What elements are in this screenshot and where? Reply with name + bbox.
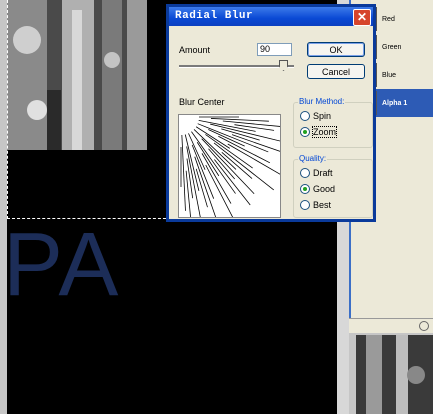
- ok-button[interactable]: OK: [307, 42, 365, 57]
- zoom-label: Zoom: [311, 126, 338, 138]
- radio-icon: [300, 168, 310, 178]
- radio-icon: [300, 111, 310, 121]
- draft-label: Draft: [313, 168, 333, 178]
- radio-icon: [300, 200, 310, 210]
- good-radio[interactable]: Good: [300, 184, 335, 194]
- radial-blur-dialog: Radial Blur ✕ Amount 90 OK Cancel Blur C…: [166, 4, 376, 222]
- channel-label: Red: [382, 15, 395, 23]
- spin-radio[interactable]: Spin: [300, 111, 331, 121]
- channel-label: Green: [382, 43, 402, 51]
- blur-method-group: Blur Method: Spin Zoom: [293, 97, 373, 148]
- dialog-titlebar[interactable]: Radial Blur ✕: [169, 7, 373, 26]
- channel-label: Alpha 1: [382, 99, 408, 107]
- navigator-preview: [356, 335, 433, 414]
- radio-selected-icon: [300, 184, 310, 194]
- radio-selected-icon: [300, 127, 310, 137]
- cancel-button[interactable]: Cancel: [307, 64, 365, 79]
- good-label: Good: [313, 184, 336, 194]
- quality-title: Quality:: [298, 154, 328, 163]
- amount-slider-track[interactable]: [179, 65, 294, 68]
- draft-radio[interactable]: Draft: [300, 168, 333, 178]
- blur-center-preview[interactable]: [178, 114, 281, 218]
- close-button[interactable]: ✕: [353, 9, 371, 26]
- best-radio[interactable]: Best: [300, 200, 331, 210]
- amount-slider-thumb[interactable]: [279, 60, 288, 71]
- amount-label: Amount: [179, 45, 211, 55]
- best-label: Best: [313, 200, 332, 210]
- blur-method-title: Blur Method:: [298, 97, 346, 106]
- channel-label: Blue: [382, 71, 397, 79]
- spin-label: Spin: [313, 111, 332, 121]
- dialog-title: Radial Blur: [175, 10, 254, 22]
- radial-zoom-preview-icon: [180, 116, 280, 217]
- amount-input[interactable]: 90: [257, 43, 292, 56]
- blur-center-label: Blur Center: [179, 97, 225, 107]
- close-icon: ✕: [356, 10, 368, 24]
- panel-resize-icon[interactable]: [419, 321, 429, 331]
- canvas-text: PA: [3, 215, 121, 315]
- channels-panel-footer: [349, 318, 433, 333]
- zoom-radio[interactable]: Zoom: [300, 126, 338, 138]
- quality-group: Quality: Draft Good Best: [293, 154, 373, 218]
